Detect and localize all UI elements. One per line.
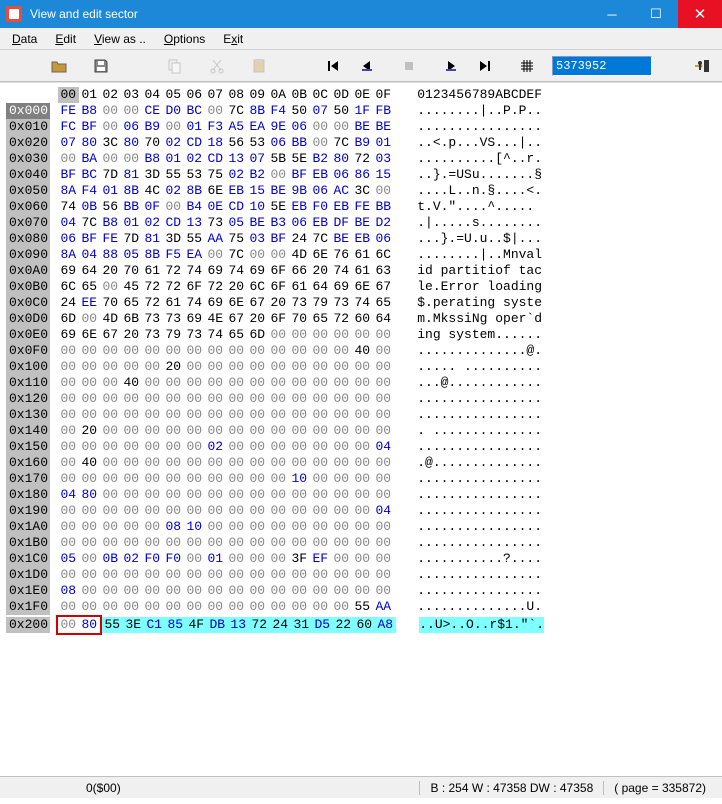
copy-icon[interactable] [160,52,190,80]
cut-icon[interactable] [202,52,232,80]
window-title: View and edit sector [30,7,590,21]
close-button[interactable]: ✕ [678,0,722,28]
stop-icon[interactable] [394,52,424,80]
next-icon[interactable] [436,52,466,80]
status-page: ( page = 335872) [603,781,716,795]
menu-options[interactable]: Options [156,30,213,48]
paste-icon[interactable] [244,52,274,80]
maximize-button[interactable]: ☐ [634,0,678,28]
goto-input[interactable] [552,56,652,76]
last-icon[interactable] [470,52,500,80]
hex-view[interactable]: 000102030405060708090A0B0C0D0E0F 0123456… [0,82,722,776]
toolbar [0,50,722,82]
statusbar: 0($00) B : 254 W : 47358 DW : 47358 ( pa… [0,776,722,798]
save-icon[interactable] [86,52,116,80]
menu-data[interactable]: Data [4,30,45,48]
menu-exit[interactable]: Exit [215,30,251,48]
first-icon[interactable] [318,52,348,80]
exit-icon[interactable] [688,52,718,80]
minimize-button[interactable]: ─ [590,0,634,28]
status-offset: 0($00) [6,781,131,795]
menu-viewas[interactable]: View as .. [86,30,154,48]
open-icon[interactable] [44,52,74,80]
menubar: Data Edit View as .. Options Exit [0,28,722,50]
menu-edit[interactable]: Edit [47,30,84,48]
prev-icon[interactable] [352,52,382,80]
app-icon [6,6,22,22]
titlebar: View and edit sector ─ ☐ ✕ [0,0,722,28]
grid-icon[interactable] [512,52,542,80]
status-values: B : 254 W : 47358 DW : 47358 [419,781,603,795]
